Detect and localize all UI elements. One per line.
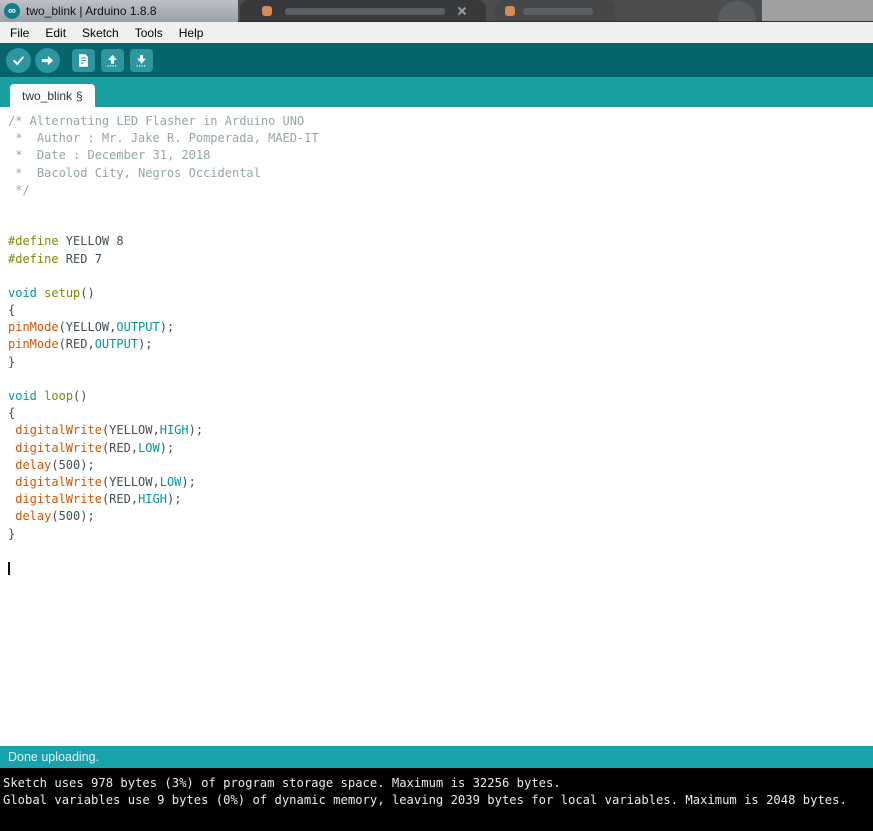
- top-strip: ∞ two_blink | Arduino 1.8.8: [0, 0, 873, 22]
- code-line: digitalWrite(RED,LOW);: [15, 440, 175, 455]
- arduino-ide-window: ∞ two_blink | Arduino 1.8.8 File Edit Sket…: [0, 0, 873, 831]
- code-line: {: [8, 406, 16, 421]
- favicon-icon: [505, 6, 515, 16]
- upload-button[interactable]: [35, 47, 60, 73]
- status-message: Done uploading.: [8, 750, 100, 764]
- verify-button[interactable]: [6, 47, 31, 73]
- check-icon: [11, 53, 26, 68]
- console-output[interactable]: Sketch uses 978 bytes (3%) of program st…: [0, 768, 873, 831]
- menu-help[interactable]: Help: [171, 24, 212, 42]
- console-line: Global variables use 9 bytes (0%) of dyn…: [3, 793, 847, 807]
- close-icon[interactable]: [458, 7, 466, 15]
- arduino-logo-icon: ∞: [4, 3, 20, 19]
- arrow-down-icon: [134, 53, 149, 68]
- tab-two_blink[interactable]: two_blink §: [10, 84, 95, 107]
- code-line: digitalWrite(RED,HIGH);: [15, 492, 182, 507]
- code-line: }: [8, 526, 16, 541]
- menu-bar: File Edit Sketch Tools Help: [0, 22, 873, 43]
- open-button[interactable]: [101, 48, 124, 72]
- menu-file[interactable]: File: [2, 24, 37, 42]
- background-browser-window: [238, 0, 873, 22]
- avatar: [718, 1, 756, 21]
- code-line: pinMode(RED,OUTPUT);: [8, 337, 153, 352]
- console-line: Sketch uses 978 bytes (3%) of program st…: [3, 776, 561, 790]
- menu-tools[interactable]: Tools: [127, 24, 171, 42]
- code-line: #define YELLOW 8: [8, 234, 124, 249]
- window-title: two_blink | Arduino 1.8.8: [26, 4, 157, 18]
- menu-edit[interactable]: Edit: [37, 24, 74, 42]
- tab-strip: two_blink §: [0, 77, 873, 107]
- code-line: digitalWrite(YELLOW,HIGH);: [15, 423, 204, 438]
- code-line: /* Alternating LED Flasher in Arduino UN…: [8, 114, 305, 128]
- text-cursor: [8, 561, 10, 575]
- new-button[interactable]: [72, 48, 95, 72]
- code-line: * Bacolod City, Negros Occidental: [8, 165, 261, 180]
- background-window-edge: [762, 0, 873, 21]
- code-line: */: [8, 182, 30, 197]
- code-line: #define RED 7: [8, 251, 102, 266]
- window-titlebar[interactable]: ∞ two_blink | Arduino 1.8.8: [0, 0, 238, 22]
- code-line: * Date : December 31, 2018: [8, 148, 211, 163]
- background-browser-tab[interactable]: [240, 0, 486, 21]
- code-line: delay(500);: [15, 509, 95, 524]
- menu-sketch[interactable]: Sketch: [74, 24, 127, 42]
- code-line: delay(500);: [15, 457, 95, 472]
- tab-modified-indicator: §: [76, 88, 83, 103]
- favicon-icon: [262, 6, 272, 16]
- code-line: void setup(): [8, 285, 95, 300]
- code-line: }: [8, 354, 16, 369]
- toolbar: [0, 43, 873, 77]
- tab-title-blur: [285, 8, 445, 15]
- tab-label: two_blink: [22, 88, 73, 103]
- save-button[interactable]: [130, 48, 153, 72]
- arrow-up-icon: [105, 53, 120, 68]
- code-line: void loop(): [8, 389, 88, 403]
- code-line: {: [8, 303, 16, 318]
- code-editor[interactable]: /* Alternating LED Flasher in Arduino UN…: [0, 107, 873, 746]
- tab-title-blur: [523, 8, 593, 15]
- code-line: [8, 560, 873, 577]
- code-line: digitalWrite(YELLOW,LOW);: [15, 474, 196, 489]
- code-line: pinMode(YELLOW,OUTPUT);: [8, 320, 175, 335]
- background-browser-tab[interactable]: [495, 0, 615, 21]
- arrow-right-icon: [40, 53, 55, 68]
- code-line: * Author : Mr. Jake R. Pomperada, MAED-I…: [8, 131, 319, 146]
- status-bar: Done uploading.: [0, 746, 873, 768]
- document-icon: [76, 53, 91, 68]
